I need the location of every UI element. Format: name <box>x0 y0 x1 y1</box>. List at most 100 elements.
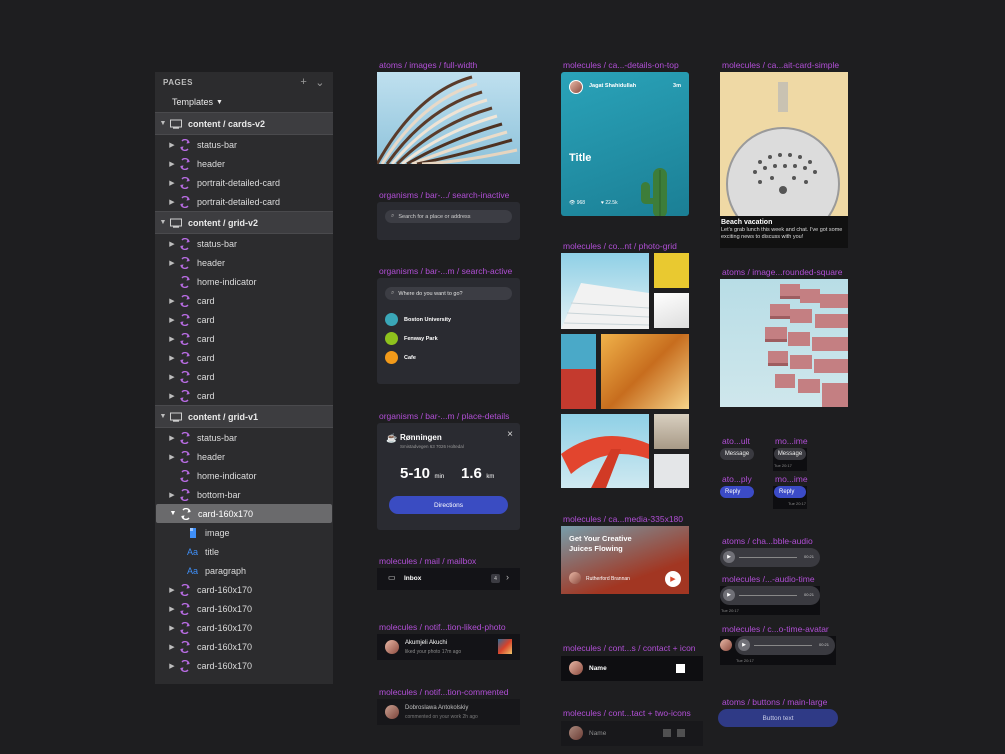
artboard-contact-two-icons[interactable]: Name <box>561 721 703 746</box>
layer-row[interactable]: Aa paragraph <box>155 561 333 580</box>
artboard-label[interactable]: molecules / cont...s / contact + icon <box>563 643 696 653</box>
layer-group[interactable]: ▼ content / cards-v2 <box>155 112 333 135</box>
artboard-media-card[interactable]: Get Your Creative Juices Flowing Rutherf… <box>561 526 689 594</box>
checkbox-icon[interactable] <box>676 664 685 673</box>
layer-row[interactable]: ▶ header <box>155 154 333 173</box>
disclosure-triangle-icon[interactable]: ▶ <box>167 179 177 187</box>
layer-row[interactable]: ▶ status-bar <box>155 234 333 253</box>
artboard-main-large-button[interactable]: Button text <box>718 709 838 728</box>
artboard-label[interactable]: molecules /...-audio-time <box>722 574 815 584</box>
layer-row[interactable]: ▶ card <box>155 386 333 405</box>
artboard-label[interactable]: molecules / co...nt / photo-grid <box>563 241 677 251</box>
layer-row[interactable]: image <box>155 523 333 542</box>
artboard-label[interactable]: mo...ime <box>775 474 808 484</box>
layer-row[interactable]: ▶ card <box>155 329 333 348</box>
main-large-button[interactable]: Button text <box>718 709 838 727</box>
disclosure-triangle-icon[interactable]: ▶ <box>167 160 177 168</box>
audio-track[interactable] <box>739 557 797 558</box>
artboard-label[interactable]: molecules / notif...tion-liked-photo <box>379 622 506 632</box>
collapse-pages-icon[interactable]: ⌄ <box>315 76 325 89</box>
artboard-bubble-time[interactable]: Message Tue 20:17 <box>773 448 807 471</box>
disclosure-triangle-icon[interactable]: ▶ <box>167 605 177 613</box>
layer-row[interactable]: Aa title <box>155 542 333 561</box>
action-icon[interactable] <box>677 729 685 737</box>
artboard-label[interactable]: molecules / c...o-time-avatar <box>722 624 829 634</box>
layer-row[interactable]: ▶ card-160x170 <box>155 656 333 675</box>
layer-row[interactable]: ▶ status-bar <box>155 428 333 447</box>
audio-track[interactable] <box>754 645 812 646</box>
artboard-label[interactable]: ato...ult <box>722 436 750 446</box>
audio-track[interactable] <box>739 595 797 596</box>
artboard-details-on-top[interactable]: Jagat Shahidullah 3m Title 👁 968 ♥ 22.5k <box>561 72 689 216</box>
layer-group[interactable]: ▼ content / grid-v1 <box>155 405 333 428</box>
layer-row[interactable]: ▶ header <box>155 447 333 466</box>
disclosure-triangle-icon[interactable]: ▶ <box>167 491 177 499</box>
artboard-audio-time[interactable]: ▶ 00:21 Tue 20:17 <box>720 586 820 615</box>
disclosure-triangle-icon[interactable]: ▶ <box>167 297 177 305</box>
search-result-item[interactable]: Boston University <box>385 310 451 329</box>
disclosure-triangle-icon[interactable]: ▼ <box>158 120 168 127</box>
artboard-label[interactable]: molecules / notif...tion-commented <box>379 687 508 697</box>
artboard-search-inactive[interactable]: ⌕ Search for a place or address <box>377 202 520 240</box>
layer-row[interactable]: ▶ portrait-detailed-card <box>155 192 333 211</box>
artboard-label[interactable]: atoms / images / full-width <box>379 60 477 70</box>
artboard-label[interactable]: organisms / bar-...m / place-details <box>379 411 509 421</box>
disclosure-triangle-icon[interactable]: ▼ <box>158 413 168 420</box>
add-page-icon[interactable]: + <box>300 76 307 88</box>
layer-row[interactable]: ▶ header <box>155 253 333 272</box>
play-icon[interactable]: ▶ <box>723 589 735 601</box>
close-icon[interactable]: × <box>507 429 513 440</box>
artboard-label[interactable]: molecules / mail / mailbox <box>379 556 476 566</box>
layer-row[interactable]: ▶ card <box>155 367 333 386</box>
artboard-label[interactable]: molecules / ca...media-335x180 <box>563 514 683 524</box>
artboard-bubble-reply[interactable]: Reply <box>720 486 756 499</box>
artboard-label[interactable]: molecules / cont...tact + two-icons <box>563 708 691 718</box>
action-icon[interactable] <box>663 729 671 737</box>
artboard-photo-grid[interactable] <box>561 253 689 488</box>
layer-row[interactable]: ▶ portrait-detailed-card <box>155 173 333 192</box>
artboard-label[interactable]: mo...ime <box>775 436 808 446</box>
artboard-label[interactable]: organisms / bar-.../ search-inactive <box>379 190 509 200</box>
layer-row[interactable]: ▶ card <box>155 291 333 310</box>
disclosure-triangle-icon[interactable]: ▶ <box>167 198 177 206</box>
artboard-rounded-square-image[interactable] <box>720 279 848 407</box>
artboard-audio-bubble[interactable]: ▶ 00:21 <box>720 548 820 567</box>
artboard-simple-card[interactable]: Beach vacation Let's grab lunch this wee… <box>720 72 848 248</box>
artboard-label[interactable]: atoms / image...rounded-square <box>722 267 842 277</box>
search-result-item[interactable]: Cafe <box>385 348 451 367</box>
disclosure-triangle-icon[interactable]: ▶ <box>167 141 177 149</box>
layer-group[interactable]: ▼ content / grid-v2 <box>155 211 333 234</box>
artboard-liked-photo[interactable]: Akumjeli Akuchi liked your photo 17m ago <box>377 634 520 660</box>
disclosure-triangle-icon[interactable]: ▶ <box>167 240 177 248</box>
artboard-search-active[interactable]: ⌕ Where do you want to go? Boston Univer… <box>377 278 520 384</box>
artboard-place-details[interactable]: ☕ × Rønningen Smistadvegen 63 7026 Holte… <box>377 423 520 530</box>
artboard-audio-time-avatar[interactable]: ▶ 00:21 Tue 20:17 <box>720 636 836 665</box>
disclosure-triangle-icon[interactable]: ▶ <box>167 586 177 594</box>
search-input[interactable]: ⌕ Search for a place or address <box>385 210 512 223</box>
artboard-commented[interactable]: Dobroslawa Antokolskiy commented on your… <box>377 699 520 725</box>
disclosure-triangle-icon[interactable]: ▶ <box>167 662 177 670</box>
layer-row[interactable]: ▶ card-160x170 <box>155 599 333 618</box>
artboard-label[interactable]: ato...ply <box>722 474 752 484</box>
disclosure-triangle-icon[interactable]: ▶ <box>167 453 177 461</box>
artboard-label[interactable]: molecules / ca...ait-card-simple <box>722 60 839 70</box>
artboard-label[interactable]: atoms / buttons / main-large <box>722 697 827 707</box>
layer-row[interactable]: home-indicator <box>155 466 333 485</box>
artboard-contact-icon[interactable]: Name <box>561 656 703 681</box>
play-icon[interactable]: ▶ <box>738 639 750 651</box>
directions-button[interactable]: Directions <box>389 496 508 514</box>
artboard-bubble-reply-time[interactable]: Reply Tue 20:17 <box>773 486 807 509</box>
layer-row-selected[interactable]: ▼ card-160x170 <box>156 504 332 523</box>
layer-row[interactable]: home-indicator <box>155 272 333 291</box>
artboard-label[interactable]: molecules / ca...-details-on-top <box>563 60 679 70</box>
artboard-full-width-image[interactable] <box>377 72 520 164</box>
disclosure-triangle-icon[interactable]: ▶ <box>167 354 177 362</box>
artboard-label[interactable]: atoms / cha...bble-audio <box>722 536 813 546</box>
play-icon[interactable]: ▶ <box>665 571 681 587</box>
layer-row[interactable]: ▶ card <box>155 348 333 367</box>
disclosure-triangle-icon[interactable]: ▶ <box>167 373 177 381</box>
disclosure-triangle-icon[interactable]: ▶ <box>167 643 177 651</box>
layer-row[interactable]: ▶ card-160x170 <box>155 618 333 637</box>
layer-row[interactable]: ▶ status-bar <box>155 135 333 154</box>
artboard-label[interactable]: organisms / bar-...m / search-active <box>379 266 512 276</box>
